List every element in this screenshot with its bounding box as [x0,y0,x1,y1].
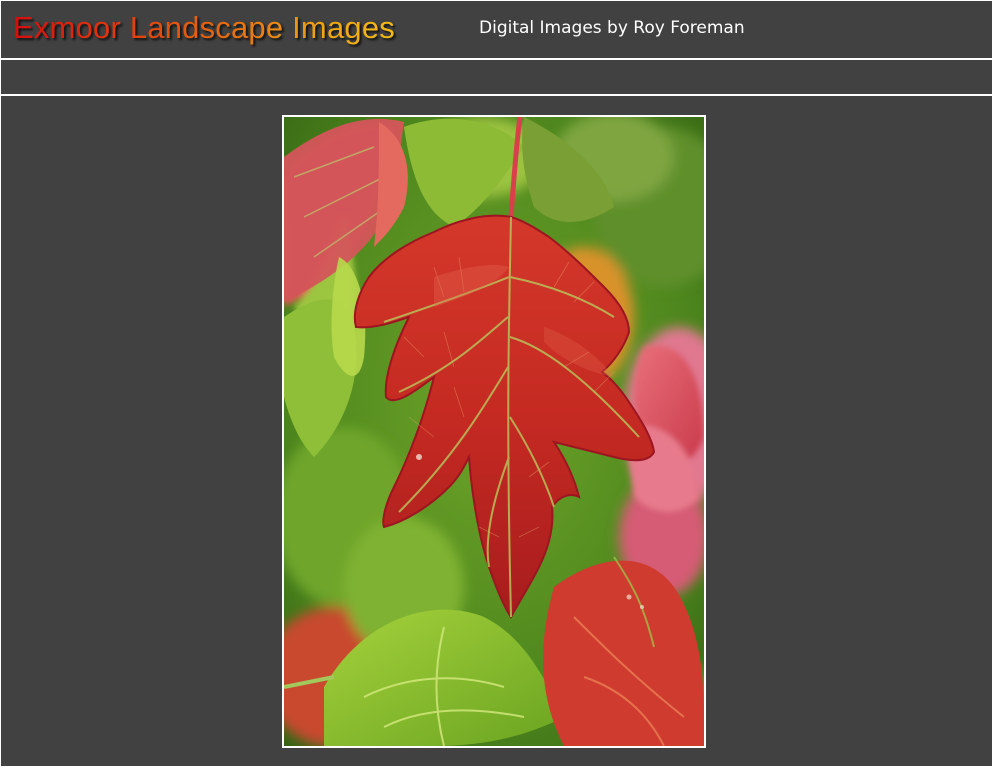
gallery-photo[interactable] [282,115,706,748]
site-title[interactable]: Exmoor Landscape Images [13,9,395,47]
site-tagline: Digital Images by Roy Foreman [479,18,745,38]
navigation-bar [1,60,992,94]
page-frame: Exmoor Landscape Images Digital Images b… [1,1,992,766]
red-leaf-photo [284,117,704,746]
site-header: Exmoor Landscape Images Digital Images b… [1,1,992,58]
nav-divider [1,94,992,96]
